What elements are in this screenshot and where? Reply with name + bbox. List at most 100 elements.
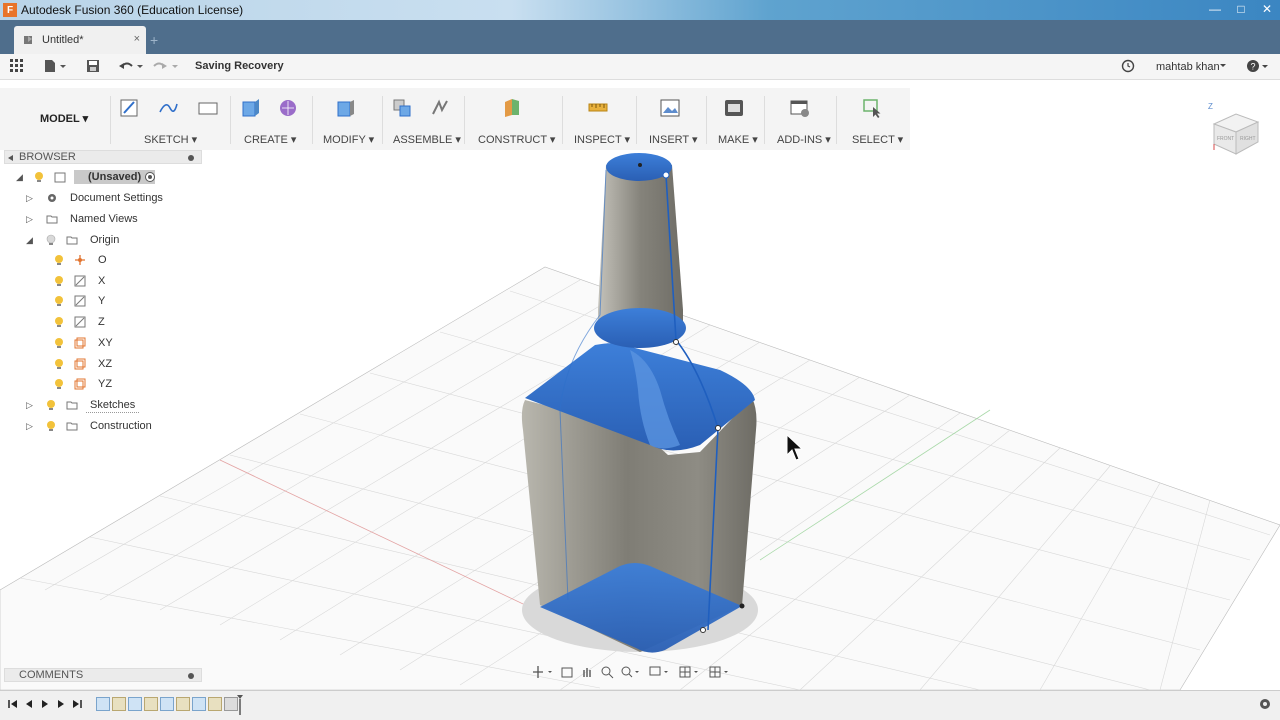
go-to-start-icon[interactable] bbox=[8, 699, 18, 709]
make-menu[interactable]: MAKE ▾ bbox=[718, 133, 758, 146]
timeline-plane-feature[interactable] bbox=[144, 697, 158, 711]
step-back-icon[interactable] bbox=[24, 699, 34, 709]
visibility-bulb-icon[interactable] bbox=[54, 378, 64, 390]
3d-viewport[interactable] bbox=[0, 150, 1280, 690]
visibility-bulb-icon[interactable] bbox=[34, 171, 44, 183]
tree-item-yz-plane[interactable]: YZ bbox=[54, 375, 116, 393]
timeline-plane-feature[interactable] bbox=[176, 697, 190, 711]
expand-triangle-icon[interactable]: ▷ bbox=[26, 400, 33, 411]
visibility-bulb-icon[interactable] bbox=[46, 234, 56, 246]
rectangle-icon[interactable] bbox=[198, 98, 218, 118]
expand-triangle-icon[interactable]: ▷ bbox=[26, 214, 33, 225]
display-settings-icon[interactable] bbox=[648, 665, 672, 679]
timeline-sketch-feature[interactable] bbox=[160, 697, 174, 711]
root-component-label[interactable]: (Unsaved) bbox=[74, 170, 156, 184]
tree-item-construction[interactable]: ▷ Construction bbox=[26, 417, 156, 435]
timeline-settings-gear-icon[interactable] bbox=[1258, 697, 1272, 711]
pan-hand-icon[interactable] bbox=[580, 665, 594, 679]
play-icon[interactable] bbox=[40, 699, 50, 709]
expand-triangle-icon[interactable]: ▷ bbox=[26, 193, 33, 204]
tree-item-y-axis[interactable]: Y bbox=[54, 292, 109, 310]
data-panel-grid-icon[interactable] bbox=[10, 59, 24, 76]
user-account-menu[interactable]: mahtab khan bbox=[1156, 61, 1220, 73]
new-tab-icon[interactable]: + bbox=[150, 32, 158, 48]
tree-item-xy-plane[interactable]: XY bbox=[54, 334, 117, 352]
timeline-plane-feature[interactable] bbox=[208, 697, 222, 711]
fit-zoom-icon[interactable] bbox=[620, 665, 642, 679]
viewport-canvas[interactable] bbox=[0, 150, 1280, 690]
inspect-menu[interactable]: INSPECT ▾ bbox=[574, 133, 630, 146]
scripts-addins-icon[interactable] bbox=[790, 98, 810, 118]
file-menu-icon[interactable] bbox=[44, 59, 68, 76]
visibility-bulb-icon[interactable] bbox=[54, 295, 64, 307]
tree-item-named-views[interactable]: ▷ Named Views bbox=[26, 210, 142, 228]
minimize-icon[interactable]: — bbox=[1202, 0, 1228, 18]
orbit-icon[interactable] bbox=[532, 665, 554, 679]
view-cube[interactable]: Z FRONT RIGHT bbox=[1206, 100, 1264, 162]
activate-radio-icon[interactable] bbox=[144, 171, 156, 183]
look-at-icon[interactable] bbox=[560, 665, 574, 679]
select-menu[interactable]: SELECT ▾ bbox=[852, 133, 903, 146]
visibility-bulb-icon[interactable] bbox=[54, 337, 64, 349]
timeline-sketch-feature[interactable] bbox=[192, 697, 206, 711]
measure-icon[interactable] bbox=[588, 98, 608, 118]
workspace-switcher[interactable]: MODEL ▾ bbox=[40, 112, 88, 125]
tree-item-document-settings[interactable]: ▷ Document Settings bbox=[26, 189, 167, 207]
zoom-icon[interactable] bbox=[600, 665, 614, 679]
insert-image-icon[interactable] bbox=[660, 98, 680, 118]
pin-icon[interactable] bbox=[187, 672, 195, 680]
tab-untitled[interactable]: Untitled* × bbox=[14, 26, 146, 54]
neck-top-face[interactable] bbox=[606, 153, 672, 181]
spline-icon[interactable] bbox=[158, 98, 178, 118]
add-ins-menu[interactable]: ADD-INS ▾ bbox=[777, 133, 831, 146]
select-icon[interactable] bbox=[862, 98, 882, 118]
tree-item-xz-plane[interactable]: XZ bbox=[54, 355, 116, 373]
rail-point[interactable] bbox=[662, 171, 670, 179]
press-pull-icon[interactable] bbox=[336, 98, 356, 118]
assemble-menu[interactable]: ASSEMBLE ▾ bbox=[393, 133, 461, 146]
tree-item-origin-point[interactable]: O bbox=[54, 251, 111, 269]
browser-panel-header[interactable]: BROWSER bbox=[4, 150, 202, 164]
create-menu[interactable]: CREATE ▾ bbox=[244, 133, 296, 146]
expand-triangle-icon[interactable]: ▷ bbox=[26, 421, 33, 432]
modify-menu[interactable]: MODIFY ▾ bbox=[323, 133, 374, 146]
rail-point[interactable] bbox=[739, 603, 745, 609]
user-menu-chevron-down-icon[interactable] bbox=[1219, 59, 1227, 74]
expand-triangle-icon[interactable]: ◢ bbox=[26, 235, 33, 246]
joint-icon[interactable] bbox=[430, 98, 450, 118]
profile-center-point[interactable] bbox=[638, 163, 642, 167]
new-component-icon[interactable] bbox=[392, 98, 412, 118]
redo-icon[interactable] bbox=[152, 59, 180, 76]
extrude-icon[interactable] bbox=[240, 98, 260, 118]
visibility-bulb-icon[interactable] bbox=[54, 358, 64, 370]
visibility-bulb-icon[interactable] bbox=[46, 399, 56, 411]
create-sketch-icon[interactable] bbox=[120, 98, 140, 118]
visibility-bulb-icon[interactable] bbox=[46, 420, 56, 432]
visibility-bulb-icon[interactable] bbox=[54, 254, 64, 266]
tree-item-root[interactable]: ◢ (Unsaved) bbox=[14, 168, 156, 186]
maximize-icon[interactable]: □ bbox=[1228, 0, 1254, 18]
pin-icon[interactable] bbox=[187, 154, 195, 162]
construct-menu[interactable]: CONSTRUCT ▾ bbox=[478, 133, 555, 146]
neck-base-face[interactable] bbox=[594, 308, 686, 348]
viewports-icon[interactable] bbox=[708, 665, 732, 679]
rail-point[interactable] bbox=[700, 627, 706, 633]
visibility-bulb-icon[interactable] bbox=[54, 275, 64, 287]
save-icon[interactable] bbox=[86, 59, 100, 76]
timeline-sketch-feature[interactable] bbox=[128, 697, 142, 711]
close-icon[interactable]: ✕ bbox=[1254, 0, 1280, 18]
timeline-sketch-feature[interactable] bbox=[96, 697, 110, 711]
tree-item-x-axis[interactable]: X bbox=[54, 272, 109, 290]
grid-snaps-icon[interactable] bbox=[678, 665, 702, 679]
timeline-marker-icon[interactable] bbox=[236, 695, 244, 715]
job-status-clock-icon[interactable] bbox=[1121, 59, 1135, 76]
rail-point[interactable] bbox=[673, 339, 679, 345]
tab-close-icon[interactable]: × bbox=[134, 33, 140, 45]
expand-triangle-icon[interactable]: ◢ bbox=[16, 172, 23, 183]
rail-point[interactable] bbox=[715, 425, 721, 431]
offset-plane-icon[interactable] bbox=[502, 98, 522, 118]
tree-item-sketches[interactable]: ▷ Sketches bbox=[26, 396, 140, 414]
visibility-bulb-icon[interactable] bbox=[54, 316, 64, 328]
go-to-end-icon[interactable] bbox=[72, 699, 82, 709]
tree-item-z-axis[interactable]: Z bbox=[54, 313, 109, 331]
